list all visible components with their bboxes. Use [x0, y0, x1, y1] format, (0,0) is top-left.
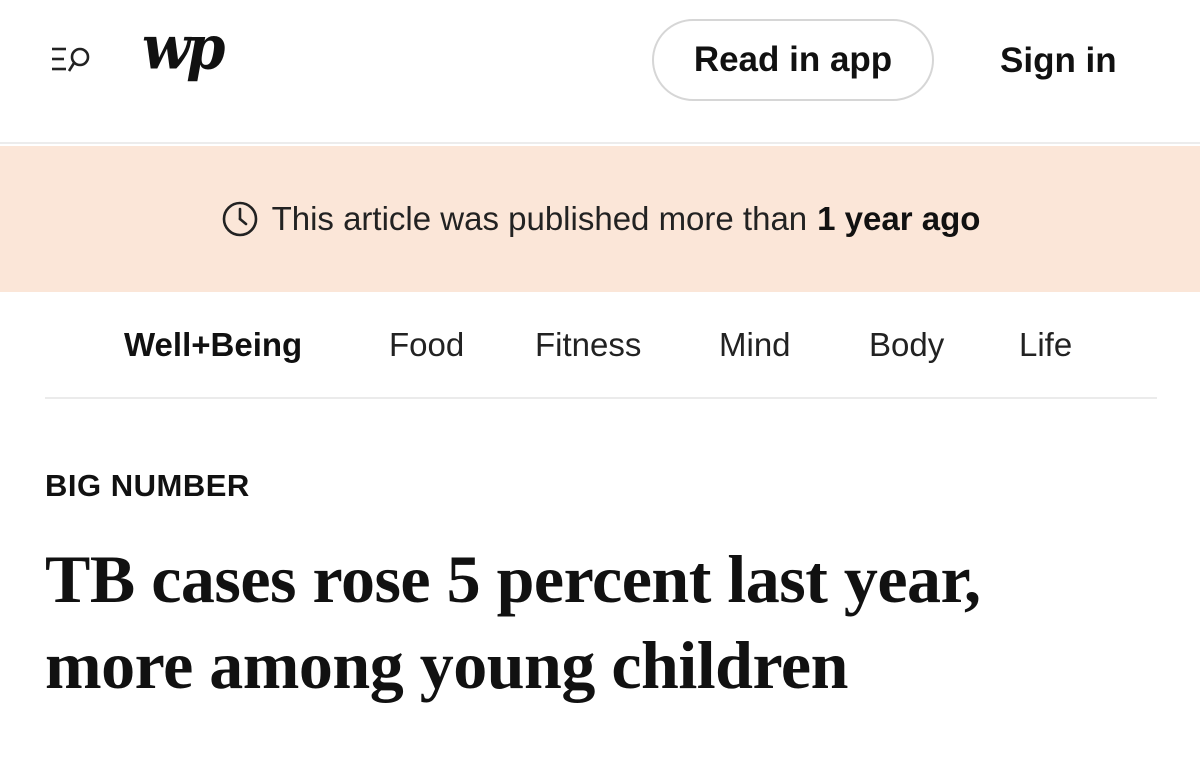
published-notice-banner: This article was published more than 1 y…: [0, 146, 1200, 292]
nav-item-well-being[interactable]: Well+Being: [124, 322, 302, 368]
top-header: wp Read in app Sign in: [0, 0, 1200, 144]
nav-divider: [45, 397, 1157, 399]
nav-item-mind[interactable]: Mind: [719, 322, 791, 368]
page: wp Read in app Sign in This article was …: [0, 0, 1200, 762]
headline-line-1: TB cases rose 5 percent last year,: [45, 541, 981, 617]
menu-search-icon[interactable]: [50, 45, 96, 75]
clock-icon: [220, 199, 260, 239]
nav-item-life[interactable]: Life: [1019, 322, 1072, 368]
section-nav: Well+Being Food Fitness Mind Body Life: [0, 300, 1200, 390]
headline-line-2: more among young children: [45, 627, 848, 703]
article-kicker[interactable]: BIG NUMBER: [45, 468, 250, 504]
logo[interactable]: wp: [142, 18, 225, 78]
article-headline: TB cases rose 5 percent last year, more …: [45, 536, 1175, 708]
nav-item-body[interactable]: Body: [869, 322, 944, 368]
sign-in-link[interactable]: Sign in: [1000, 38, 1117, 84]
nav-item-fitness[interactable]: Fitness: [535, 322, 641, 368]
notice-text: This article was published more than: [271, 200, 808, 237]
notice-emphasis: 1 year ago: [817, 200, 981, 237]
nav-item-food[interactable]: Food: [389, 322, 464, 368]
read-in-app-button[interactable]: Read in app: [652, 19, 934, 101]
